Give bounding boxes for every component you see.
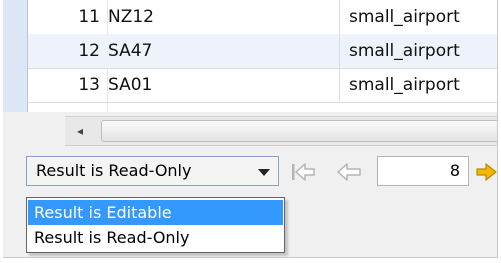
table-row[interactable]: 11 NZ12 small_airport: [28, 0, 497, 35]
result-grid: 11 NZ12 small_airport 12 SA47 small_airp…: [28, 0, 497, 112]
row-number: 13: [78, 75, 100, 95]
chevron-down-icon: [258, 169, 270, 176]
option-result-editable[interactable]: Result is Editable: [28, 200, 283, 225]
code-cell[interactable]: NZ12: [108, 0, 340, 34]
row-number: 11: [78, 7, 100, 27]
next-page-icon[interactable]: [476, 162, 497, 182]
type-cell[interactable]: small_airport: [341, 34, 497, 68]
scroll-left-arrow-icon[interactable]: ◂: [73, 123, 87, 139]
previous-page-icon[interactable]: [336, 161, 362, 183]
code-cell[interactable]: SA47: [108, 34, 340, 68]
type-cell[interactable]: small_airport: [341, 68, 497, 102]
option-result-read-only[interactable]: Result is Read-Only: [28, 225, 283, 250]
horizontal-scrollbar[interactable]: ◂: [65, 116, 497, 146]
code-text: NZ12: [108, 7, 154, 27]
result-mode-select[interactable]: Result is Read-Only: [26, 156, 279, 186]
type-cell[interactable]: small_airport: [341, 0, 497, 34]
table-row[interactable]: 12 SA47 small_airport: [28, 34, 497, 69]
first-page-icon[interactable]: [290, 161, 316, 183]
result-mode-dropdown: Result is Editable Result is Read-Only: [26, 197, 285, 253]
result-panel: 11 NZ12 small_airport 12 SA47 small_airp…: [3, 0, 498, 258]
code-text: SA47: [108, 41, 153, 61]
result-mode-value: Result is Read-Only: [36, 161, 192, 180]
result-toolbar: Result is Read-Only 8 Result is Editable…: [3, 145, 497, 257]
code-text: SA01: [108, 75, 153, 95]
code-cell[interactable]: SA01: [108, 68, 340, 102]
scrollbar-thumb[interactable]: [101, 120, 497, 142]
row-number: 12: [78, 41, 100, 61]
row-gutter: [3, 0, 28, 112]
table-row[interactable]: 13 SA01 small_airport: [28, 68, 497, 103]
page-number-input[interactable]: 8: [377, 156, 469, 186]
